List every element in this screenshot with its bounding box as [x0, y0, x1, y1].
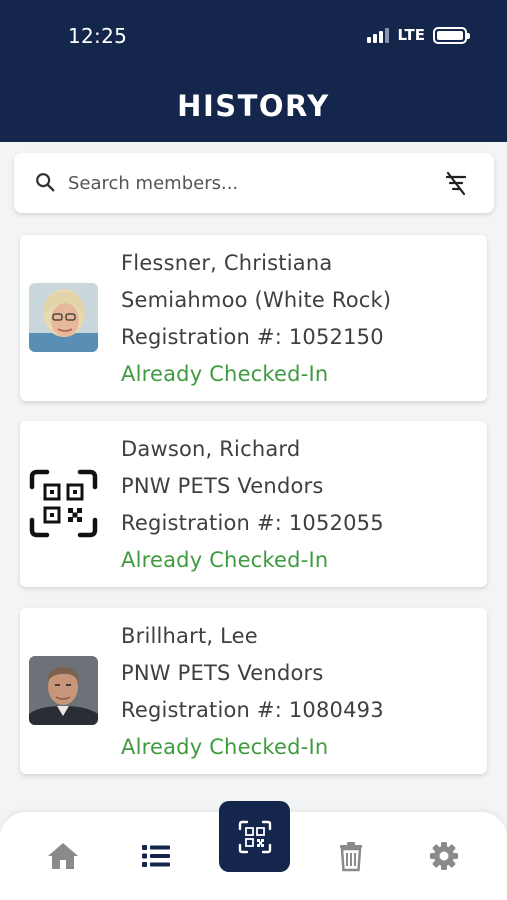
member-name: Flessner, Christiana — [121, 251, 333, 275]
search-input[interactable] — [68, 167, 428, 199]
battery-icon — [433, 26, 470, 44]
member-name: Brillhart, Lee — [121, 624, 258, 648]
nav-home[interactable] — [46, 839, 80, 873]
search-bar — [14, 153, 494, 213]
member-card[interactable]: Dawson, Richard PNW PETS Vendors Registr… — [20, 421, 487, 587]
qr-scan-icon — [238, 820, 271, 853]
member-avatar — [29, 283, 98, 352]
qr-code-icon — [29, 469, 98, 538]
gear-icon — [430, 842, 458, 870]
list-icon — [142, 845, 170, 867]
trash-icon — [340, 842, 362, 872]
nav-settings[interactable] — [427, 839, 461, 873]
member-registration: Registration #: 1052150 — [121, 325, 384, 349]
app-header: 12:25 LTE HISTORY — [0, 0, 507, 142]
member-registration: Registration #: 1080493 — [121, 698, 384, 722]
member-club: PNW PETS Vendors — [121, 661, 324, 685]
network-label: LTE — [397, 26, 425, 44]
status-indicators: LTE — [367, 26, 470, 44]
member-registration: Registration #: 1052055 — [121, 511, 384, 535]
page-title: HISTORY — [177, 89, 330, 123]
member-card[interactable]: Flessner, Christiana Semiahmoo (White Ro… — [20, 235, 487, 401]
checkin-status: Already Checked-In — [121, 735, 329, 759]
status-time: 12:25 — [68, 24, 128, 48]
member-card[interactable]: Brillhart, Lee PNW PETS Vendors Registra… — [20, 608, 487, 774]
home-icon — [48, 843, 78, 869]
filter-off-icon[interactable] — [442, 169, 470, 197]
search-icon — [36, 173, 55, 192]
checkin-status: Already Checked-In — [121, 362, 329, 386]
checkin-status: Already Checked-In — [121, 548, 329, 572]
member-name: Dawson, Richard — [121, 437, 301, 461]
member-club: Semiahmoo (White Rock) — [121, 288, 392, 312]
nav-history[interactable] — [139, 839, 173, 873]
member-club: PNW PETS Vendors — [121, 474, 324, 498]
member-avatar — [29, 656, 98, 725]
scan-qr-button[interactable] — [219, 801, 290, 872]
signal-icon — [367, 27, 390, 43]
nav-delete[interactable] — [334, 839, 368, 873]
